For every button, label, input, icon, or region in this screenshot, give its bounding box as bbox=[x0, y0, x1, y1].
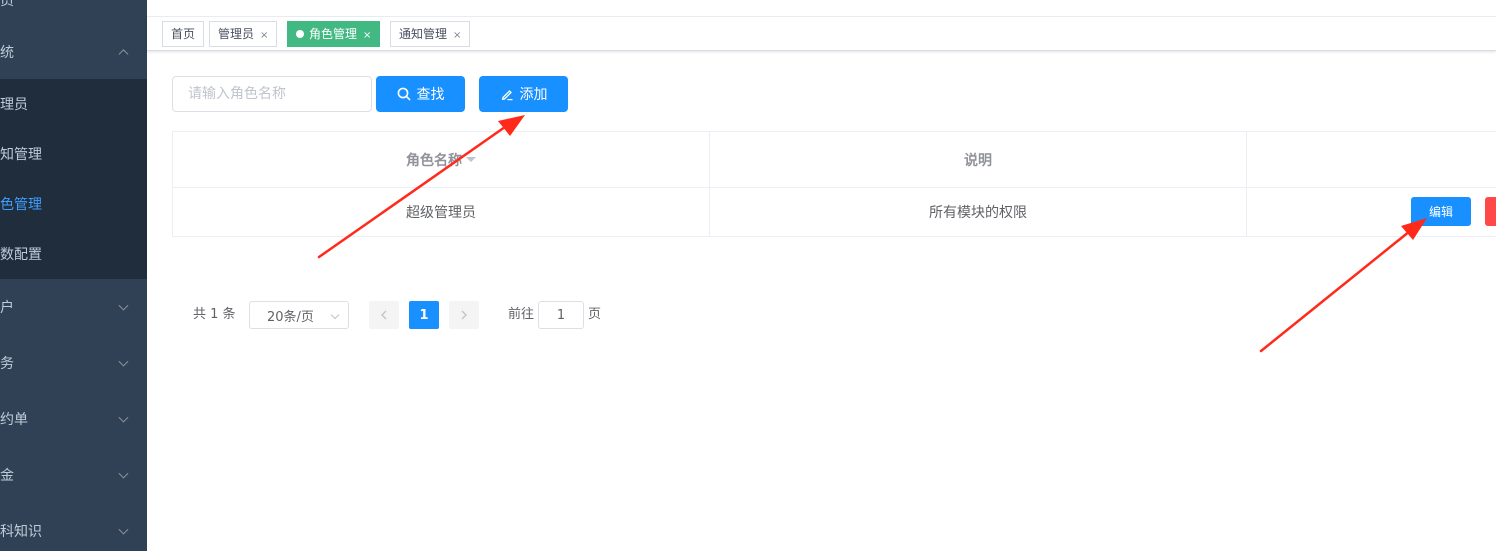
edit-icon bbox=[501, 90, 512, 101]
sidebar-item-users[interactable]: 户 bbox=[0, 279, 147, 335]
roles-table: 角色名称 说明 超级管理员 所有模块的权限 bbox=[172, 131, 1496, 237]
column-header-label: 说明 bbox=[964, 152, 992, 169]
sidebar-subitem-roles[interactable]: 色管理 bbox=[0, 179, 147, 229]
sidebar-item-label: 务 bbox=[0, 356, 14, 372]
chevron-down-icon bbox=[118, 412, 129, 423]
column-header-description: 说明 bbox=[710, 132, 1247, 188]
active-dot-icon bbox=[296, 30, 304, 38]
chevron-left-icon bbox=[381, 310, 387, 320]
close-icon[interactable]: × bbox=[363, 30, 371, 41]
sidebar-subitem-label: 数配置 bbox=[0, 247, 42, 263]
search-icon bbox=[397, 87, 410, 101]
edit-button-label: 编辑 bbox=[1428, 205, 1453, 219]
tag-label: 角色管理 bbox=[309, 27, 358, 41]
close-icon[interactable]: × bbox=[453, 30, 461, 41]
navbar bbox=[147, 0, 1496, 17]
page-size-select[interactable]: 20条/页 bbox=[249, 301, 349, 329]
sidebar-item-label: 户 bbox=[0, 300, 14, 316]
tag-label: 通知管理 bbox=[399, 27, 448, 41]
chevron-down-icon bbox=[118, 300, 129, 311]
table-cell-role-name: 超级管理员 bbox=[173, 188, 710, 236]
sidebar-subitem-label: 知管理 bbox=[0, 147, 42, 163]
search-button[interactable]: 查找 bbox=[376, 76, 465, 112]
goto-suffix: 页 bbox=[588, 307, 602, 322]
cell-text: 超级管理员 bbox=[406, 205, 476, 221]
sidebar-item-label: 约单 bbox=[0, 412, 28, 428]
sidebar-item-funds[interactable]: 金 bbox=[0, 447, 147, 503]
chevron-up-icon bbox=[118, 49, 129, 60]
sidebar-subitem-label: 理员 bbox=[0, 97, 28, 113]
sidebar-item-label: 员 bbox=[0, 0, 14, 9]
column-header-actions bbox=[1247, 132, 1496, 188]
sidebar-item-orders[interactable]: 约单 bbox=[0, 391, 147, 447]
table-cell-description: 所有模块的权限 bbox=[710, 188, 1247, 236]
sidebar-item-system[interactable]: 统 bbox=[0, 24, 147, 80]
tag-label: 管理员 bbox=[218, 27, 255, 41]
search-input[interactable] bbox=[172, 76, 372, 112]
chevron-down-icon bbox=[330, 310, 340, 320]
chevron-down-icon bbox=[118, 356, 129, 367]
tag-label: 首页 bbox=[171, 27, 196, 41]
chevron-down-icon bbox=[118, 524, 129, 535]
add-button-label: 添加 bbox=[519, 86, 548, 102]
chevron-right-icon bbox=[461, 310, 467, 320]
column-header-role-name[interactable]: 角色名称 bbox=[173, 132, 710, 188]
column-header-label: 角色名称 bbox=[406, 152, 462, 169]
close-icon[interactable]: × bbox=[260, 30, 268, 41]
add-button[interactable]: 添加 bbox=[479, 76, 568, 112]
sidebar-item-label: 统 bbox=[0, 45, 14, 61]
cell-text: 所有模块的权限 bbox=[929, 205, 1027, 221]
sidebar-submenu: 理员 知管理 色管理 数配置 bbox=[0, 79, 147, 279]
page-size-value: 20条/页 bbox=[267, 309, 314, 325]
search-button-label: 查找 bbox=[416, 86, 445, 102]
edit-button[interactable]: 编辑 bbox=[1411, 197, 1471, 226]
sidebar-subitem-label: 色管理 bbox=[0, 197, 42, 213]
tag-home[interactable]: 首页 bbox=[162, 21, 205, 47]
tag-roles[interactable]: 角色管理 × bbox=[287, 21, 381, 47]
tag-notifications[interactable]: 通知管理 × bbox=[390, 21, 471, 47]
sidebar: 员 统 理员 知管理 色管理 数配置 户 务 约单 金 科知识 bbox=[0, 0, 147, 551]
sidebar-item-label: 金 bbox=[0, 468, 14, 484]
page-number-current[interactable]: 1 bbox=[409, 301, 439, 329]
sidebar-subitem-admins[interactable]: 理员 bbox=[0, 79, 147, 129]
tags-view: 首页 管理员 × 角色管理 × 通知管理 × bbox=[147, 17, 1496, 51]
sidebar-item-knowledge[interactable]: 科知识 bbox=[0, 503, 147, 551]
sidebar-subitem-notifications[interactable]: 知管理 bbox=[0, 129, 147, 179]
tag-admins[interactable]: 管理员 × bbox=[209, 21, 278, 47]
pagination-total: 共 1 条 bbox=[193, 307, 236, 322]
sort-caret-icon[interactable] bbox=[466, 157, 476, 162]
sidebar-subitem-config[interactable]: 数配置 bbox=[0, 229, 147, 279]
goto-page-input[interactable] bbox=[538, 301, 584, 329]
goto-prefix: 前往 bbox=[508, 307, 535, 322]
chevron-down-icon bbox=[118, 468, 129, 479]
delete-button[interactable] bbox=[1485, 197, 1496, 226]
annotation-arrow-edit bbox=[1259, 218, 1427, 353]
sidebar-item-services[interactable]: 务 bbox=[0, 335, 147, 391]
sidebar-item-label: 科知识 bbox=[0, 524, 42, 540]
next-page-button[interactable] bbox=[449, 301, 479, 329]
prev-page-button[interactable] bbox=[369, 301, 399, 329]
